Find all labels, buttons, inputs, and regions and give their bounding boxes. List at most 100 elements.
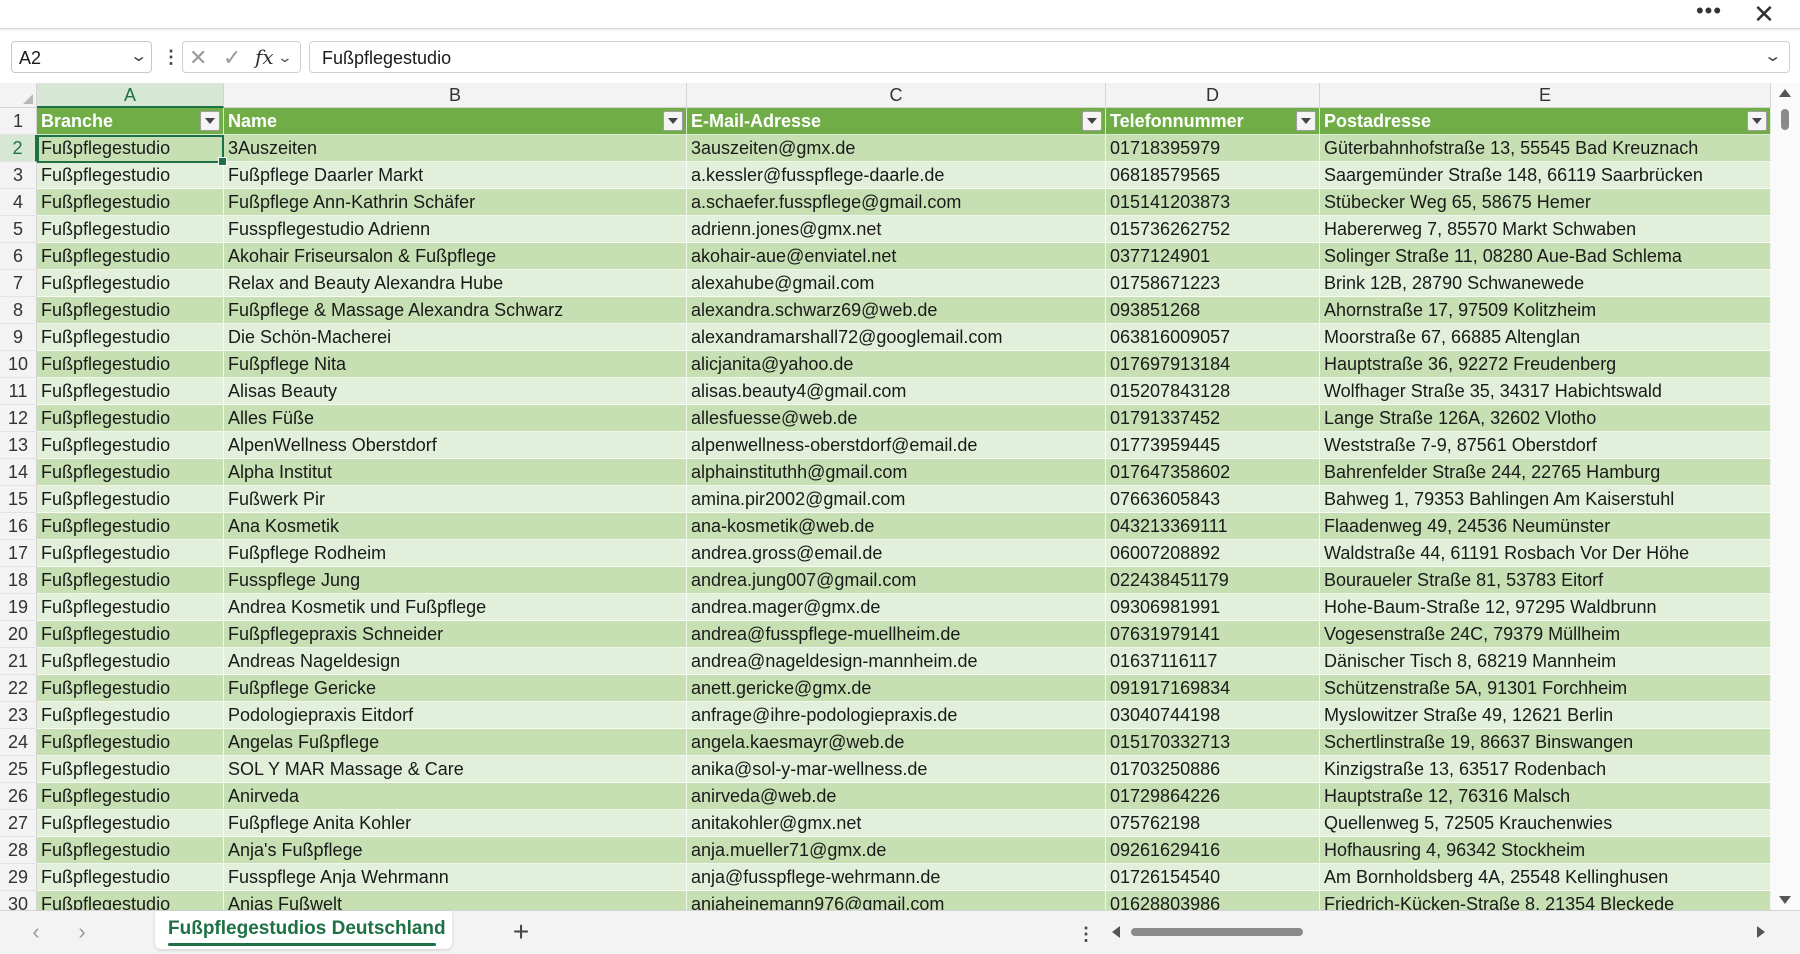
row-header[interactable]: 30	[0, 891, 37, 910]
expand-formula-icon[interactable]: ⌄	[1763, 46, 1782, 66]
table-cell[interactable]: a.schaefer.fusspflege@gmail.com	[687, 189, 1106, 216]
column-header-b[interactable]: B	[224, 83, 687, 108]
row-header[interactable]: 15	[0, 486, 37, 513]
table-cell[interactable]: Fußpflegestudio	[37, 540, 224, 567]
table-cell[interactable]: Fußpflegestudio	[37, 810, 224, 837]
table-cell[interactable]: Podologiepraxis Eitdorf	[224, 702, 687, 729]
table-cell[interactable]: Habererweg 7, 85570 Markt Schwaben	[1320, 216, 1771, 243]
row-header[interactable]: 7	[0, 270, 37, 297]
table-cell[interactable]: 06007208892	[1106, 540, 1320, 567]
table-cell[interactable]: Hauptstraße 36, 92272 Freudenberg	[1320, 351, 1771, 378]
table-cell[interactable]: Akohair Friseursalon & Fußpflege	[224, 243, 687, 270]
table-cell[interactable]: 09261629416	[1106, 837, 1320, 864]
table-cell[interactable]: andrea@fusspflege-muellheim.de	[687, 621, 1106, 648]
scroll-thumb[interactable]	[1781, 109, 1789, 130]
table-cell[interactable]: Flaadenweg 49, 24536 Neumünster	[1320, 513, 1771, 540]
scroll-right-icon[interactable]	[1757, 926, 1765, 938]
table-cell[interactable]: 01758671223	[1106, 270, 1320, 297]
table-cell[interactable]: alphainstituthh@gmail.com	[687, 459, 1106, 486]
table-cell[interactable]: Fußpflegestudio	[37, 648, 224, 675]
table-cell[interactable]: Fußpflegestudio	[37, 567, 224, 594]
vertical-scrollbar[interactable]	[1771, 83, 1800, 910]
table-cell[interactable]: 017697913184	[1106, 351, 1320, 378]
table-cell[interactable]: 01718395979	[1106, 135, 1320, 162]
table-cell[interactable]: 07631979141	[1106, 621, 1320, 648]
table-cell[interactable]: Alles Füße	[224, 405, 687, 432]
row-header[interactable]: 5	[0, 216, 37, 243]
table-cell[interactable]: Fußpflegestudio	[37, 351, 224, 378]
table-cell[interactable]: adrienn.jones@gmx.net	[687, 216, 1106, 243]
table-cell[interactable]: Fußpflege & Massage Alexandra Schwarz	[224, 297, 687, 324]
table-cell[interactable]: Lange Straße 126A, 32602 Vlotho	[1320, 405, 1771, 432]
table-cell[interactable]: akohair-aue@enviatel.net	[687, 243, 1106, 270]
row-header[interactable]: 25	[0, 756, 37, 783]
row-header[interactable]: 21	[0, 648, 37, 675]
table-cell[interactable]: 01637116117	[1106, 648, 1320, 675]
filter-dropdown-icon[interactable]	[1296, 111, 1316, 131]
row-header[interactable]: 19	[0, 594, 37, 621]
table-cell[interactable]: anja.mueller71@gmx.de	[687, 837, 1106, 864]
table-cell[interactable]: alpenwellness-oberstdorf@email.de	[687, 432, 1106, 459]
row-header[interactable]: 23	[0, 702, 37, 729]
table-cell[interactable]: Fußpflege Daarler Markt	[224, 162, 687, 189]
column-title-cell[interactable]: E-Mail-Adresse	[687, 108, 1106, 135]
table-cell[interactable]: 015207843128	[1106, 378, 1320, 405]
table-cell[interactable]: 0377124901	[1106, 243, 1320, 270]
row-header[interactable]: 6	[0, 243, 37, 270]
table-cell[interactable]: Fußpflegestudio	[37, 486, 224, 513]
table-cell[interactable]: Fußpflegestudio	[37, 216, 224, 243]
table-cell[interactable]: alisas.beauty4@gmail.com	[687, 378, 1106, 405]
table-cell[interactable]: Fußpflegestudio	[37, 189, 224, 216]
select-all-button[interactable]	[0, 83, 37, 108]
column-title-cell[interactable]: Postadresse	[1320, 108, 1771, 135]
table-cell[interactable]: anfrage@ihre-podologiepraxis.de	[687, 702, 1106, 729]
column-title-cell[interactable]: Telefonnummer	[1106, 108, 1320, 135]
row-header[interactable]: 4	[0, 189, 37, 216]
scroll-up-icon[interactable]	[1779, 89, 1791, 97]
row-header[interactable]: 12	[0, 405, 37, 432]
row-header[interactable]: 3	[0, 162, 37, 189]
column-header-d[interactable]: D	[1106, 83, 1320, 108]
table-cell[interactable]: Fußpflegestudio	[37, 594, 224, 621]
formula-bar-grip-icon[interactable]: ⋮	[162, 44, 180, 70]
row-header[interactable]: 24	[0, 729, 37, 756]
table-cell[interactable]: Fußpflegestudio	[37, 513, 224, 540]
chevron-down-icon[interactable]: ⌄	[129, 46, 148, 66]
table-cell[interactable]: Moorstraße 67, 66885 Altenglan	[1320, 324, 1771, 351]
table-cell[interactable]: 01791337452	[1106, 405, 1320, 432]
column-header-a[interactable]: A	[37, 83, 224, 108]
row-header[interactable]: 27	[0, 810, 37, 837]
table-cell[interactable]: Alisas Beauty	[224, 378, 687, 405]
table-cell[interactable]: 091917169834	[1106, 675, 1320, 702]
table-cell[interactable]: Fußpflegestudio	[37, 162, 224, 189]
table-cell[interactable]: andrea.mager@gmx.de	[687, 594, 1106, 621]
table-cell[interactable]: 06818579565	[1106, 162, 1320, 189]
table-cell[interactable]: alexandra.schwarz69@web.de	[687, 297, 1106, 324]
table-cell[interactable]: 01628803986	[1106, 891, 1320, 910]
table-cell[interactable]: Fußpflegestudio	[37, 324, 224, 351]
row-header[interactable]: 26	[0, 783, 37, 810]
table-cell[interactable]: Fusspflegestudio Adrienn	[224, 216, 687, 243]
table-cell[interactable]: Hohe-Baum-Straße 12, 97295 Waldbrunn	[1320, 594, 1771, 621]
row-header[interactable]: 20	[0, 621, 37, 648]
table-cell[interactable]: 017647358602	[1106, 459, 1320, 486]
chevron-down-icon[interactable]: ⌄	[277, 49, 293, 66]
table-cell[interactable]: angela.kaesmayr@web.de	[687, 729, 1106, 756]
table-cell[interactable]: AlpenWellness Oberstdorf	[224, 432, 687, 459]
table-cell[interactable]: Fußpflege Nita	[224, 351, 687, 378]
column-header-c[interactable]: C	[687, 83, 1106, 108]
table-cell[interactable]: 09306981991	[1106, 594, 1320, 621]
table-cell[interactable]: 043213369111	[1106, 513, 1320, 540]
close-icon[interactable]: ✕	[1746, 1, 1782, 27]
row-header[interactable]: 17	[0, 540, 37, 567]
row-header[interactable]: 29	[0, 864, 37, 891]
table-cell[interactable]: Solinger Straße 11, 08280 Aue-Bad Schlem…	[1320, 243, 1771, 270]
table-cell[interactable]: Ana Kosmetik	[224, 513, 687, 540]
table-cell[interactable]: allesfuesse@web.de	[687, 405, 1106, 432]
table-cell[interactable]: Fußpflegestudio	[37, 243, 224, 270]
filter-dropdown-icon[interactable]	[200, 111, 220, 131]
table-cell[interactable]: ana-kosmetik@web.de	[687, 513, 1106, 540]
table-cell[interactable]: anja@fusspflege-wehrmann.de	[687, 864, 1106, 891]
table-cell[interactable]: 3auszeiten@gmx.de	[687, 135, 1106, 162]
table-cell[interactable]: alicjanita@yahoo.de	[687, 351, 1106, 378]
